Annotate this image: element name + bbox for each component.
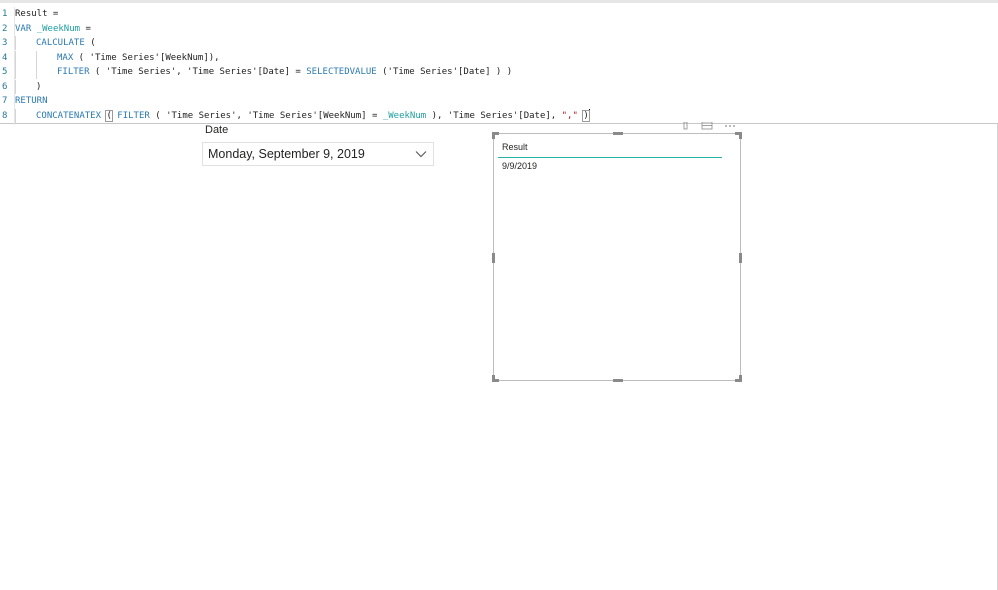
code-token: FILTER [57, 67, 90, 77]
resize-handle-right[interactable] [739, 253, 742, 263]
code-token: _WeekNum [382, 110, 427, 121]
indent-guide [15, 65, 36, 79]
date-slicer-dropdown[interactable]: Monday, September 9, 2019 [202, 142, 434, 166]
pin-icon[interactable] [683, 122, 688, 130]
code-line[interactable]: 3 CALCULATE ( [0, 36, 998, 50]
code-token: ), [208, 52, 220, 63]
dax-formula-editor[interactable]: 1 Result = 2 VAR _WeekNum = 3 CALCULATE (4 MAX… [0, 0, 998, 125]
chevron-down-icon [415, 151, 427, 158]
code-token: ), 'Time Series'[Date], [426, 110, 562, 121]
code-token: RETURN [15, 96, 48, 106]
code-token: ( 'Time Series', 'Time Series'[Date] = [89, 67, 307, 77]
indent-guide [36, 65, 57, 79]
line-number: 6 [2, 81, 8, 92]
indent-guide [15, 108, 36, 123]
code-token: MAX [57, 52, 74, 63]
more-options-icon[interactable] [725, 125, 735, 127]
focus-mode-icon[interactable] [701, 122, 713, 130]
text-cursor [588, 109, 590, 121]
code-line[interactable]: 5 FILTER ( 'Time Series', 'Time Series'[D… [0, 65, 998, 79]
line-number: 1 [2, 9, 8, 19]
line-number: 8 [2, 110, 8, 121]
resize-handle-bottom-left[interactable] [492, 375, 499, 382]
resize-handle-top[interactable] [613, 132, 623, 135]
code-token: CONCATENATEX [36, 110, 102, 121]
indent-guide [15, 36, 36, 50]
code-token: ('Time Series'[Date] ) ) [376, 67, 513, 77]
code-line[interactable]: 8 CONCATENATEX ( FILTER ( 'Time Series', … [0, 108, 998, 123]
table-column-header[interactable]: Result [498, 140, 722, 158]
code-token: ( 'Time Series', 'Time Series'[WeekNum] … [149, 110, 383, 121]
slicer-selected-value: Monday, September 9, 2019 [208, 147, 365, 161]
line-number: 5 [2, 67, 8, 77]
code-token: _WeekNum [36, 23, 81, 34]
code-line[interactable]: 6) [0, 79, 998, 94]
code-token: "," [561, 110, 578, 121]
code-token: ( [73, 52, 90, 63]
code-token: CALCULATE [36, 38, 85, 48]
table-visual[interactable]: Result 9/9/2019 [492, 132, 742, 382]
report-canvas: 1 Result = 2 VAR _WeekNum = 3 CALCULATE (4 MAX… [0, 0, 998, 590]
code-line[interactable]: 4 MAX ( 'Time Series'[WeekNum]), [0, 50, 998, 65]
code-line[interactable]: 1 Result = [0, 7, 998, 21]
resize-handle-bottom-right[interactable] [735, 375, 742, 382]
slicer-title: Date [205, 124, 229, 136]
table-cell: 9/9/2019 [502, 161, 538, 171]
code-token: ( [84, 38, 96, 48]
visual-header-icons[interactable] [680, 122, 740, 130]
indent-guide [15, 50, 36, 65]
code-token: = [80, 23, 91, 34]
code-token: 'Time Series'[WeekNum] [89, 52, 209, 63]
code-line[interactable]: 2 VAR _WeekNum = [0, 22, 998, 36]
resize-handle-top-left[interactable] [492, 132, 499, 139]
indent-guide [36, 50, 57, 65]
line-number: 4 [2, 52, 8, 63]
code-line[interactable]: 7 RETURN [0, 94, 998, 108]
line-number: 2 [2, 23, 8, 34]
resize-handle-bottom[interactable] [613, 379, 623, 382]
code-token: SELECTEDVALUE [306, 67, 377, 77]
code-token: ) [36, 81, 42, 92]
code-token: VAR [15, 23, 32, 34]
line-number: 3 [2, 38, 8, 48]
code-token: Result = [15, 9, 59, 19]
resize-handle-left[interactable] [492, 253, 495, 263]
code-token: FILTER [117, 110, 150, 121]
indent-guide [15, 79, 36, 94]
resize-handle-top-right[interactable] [735, 132, 742, 139]
line-number: 7 [2, 96, 8, 106]
